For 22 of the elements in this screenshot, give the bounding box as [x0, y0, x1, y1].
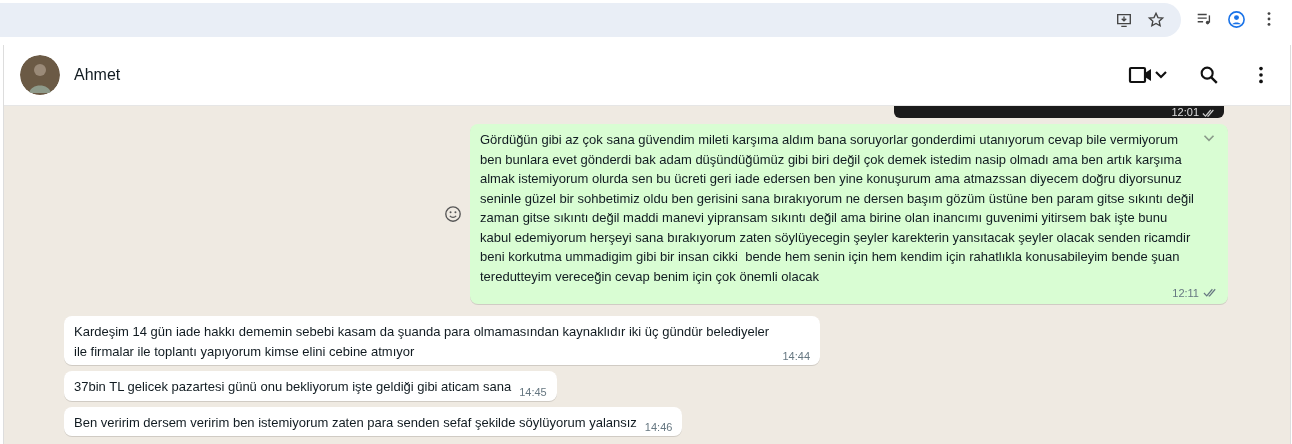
search-icon[interactable]: [1198, 64, 1220, 86]
incoming-message[interactable]: Ben veririm dersem veririm ben istemiyorum zaten para senden sefaf şekilde söylüyorum yalansız 14:46: [64, 406, 683, 436]
message-time: 14:46: [644, 420, 673, 434]
chevron-down-icon[interactable]: [1202, 134, 1216, 143]
outgoing-message[interactable]: [470, 124, 1228, 304]
avatar-icon[interactable]: [20, 55, 60, 95]
message-text: Ben veririm dersem veririm ben istemiyorum zaten para senden sefaf şekilde söylüyorum yalansız: [74, 413, 637, 432]
message-time: 12:11: [1172, 286, 1199, 300]
message-time: 14:45: [519, 384, 547, 399]
message-time: 14:44: [782, 349, 810, 363]
contact-name[interactable]: Ahmet: [74, 66, 121, 84]
message-text: 37bin TL gelicek pazartesi günü onu bekliyorum işte geldiği gibi aticam sana: [74, 378, 512, 396]
message-time: 12:01: [1171, 107, 1199, 118]
emoji-reaction-icon[interactable]: [444, 205, 462, 223]
media-message[interactable]: 12:01: [894, 106, 1224, 118]
star-icon[interactable]: [1147, 11, 1165, 29]
incoming-message[interactable]: 37bin TL gelicek pazartesi günü onu bekliyorum işte geldiği gibi aticam sana 14:45: [64, 371, 557, 401]
install-app-icon[interactable]: [1115, 11, 1133, 29]
message-text: Kardeşim 14 gün iade hakkı dememin sebebi kasam da şuanda para olmamasından kaynaklıdır iki üç gündür belediyeler ile firmalar ile toplantı yapıyorum kimse elini cebine atmıyor: [74, 323, 771, 361]
profile-icon[interactable]: [1227, 9, 1246, 29]
incoming-message[interactable]: Kardeşim 14 gün iade hakkı dememin sebebi kasam da şuanda para olmamasından kaynaklıdır iki üç gündür belediyeler ile firmalar ile toplantı yapıyorum kimse elini cebine atmıyor 14:44: [64, 316, 820, 365]
message-text: Gördüğün gibi az çok sana güvendim mileti karşıma aldım bana soruyorlar gonderdimi utanıyorum cevap bile vermiyorum ben bunlara evet gönderdi bak adam düşündüğümüz gibi biri değil çok demek istedim nasip olmadı ama ben artık karşıma almak istemiyorum olurda sen bu ücreti geri iade edersen ben yine konuşurum ama atmazssan diyecem doğru diyorsunuz seninle güzel bir sohbetimiz oldu ben gerisini sana bırakıyorum ne dersen başım gözüm üstüne ben param gitse sıkıntı değil zaman gitse sıkıntı değil maddi manevi yipransam sıkıntı değil ama birine olan inancımı guvenimi yitirsem bak işte bunu kabul edemiyorum herşeyi sana bırakıyorum zaten söylüyecegin şeyler karekterin yansıtacak şeyler olacak senden ricamdir beni korkutma ummadigim gibi bir insan cikki bende hem senin için hem kendim için rahatlıkla konusabileyim bende şuan teredutteyim vereceğin cevap benim için çok önemli olacak: [480, 131, 1195, 286]
